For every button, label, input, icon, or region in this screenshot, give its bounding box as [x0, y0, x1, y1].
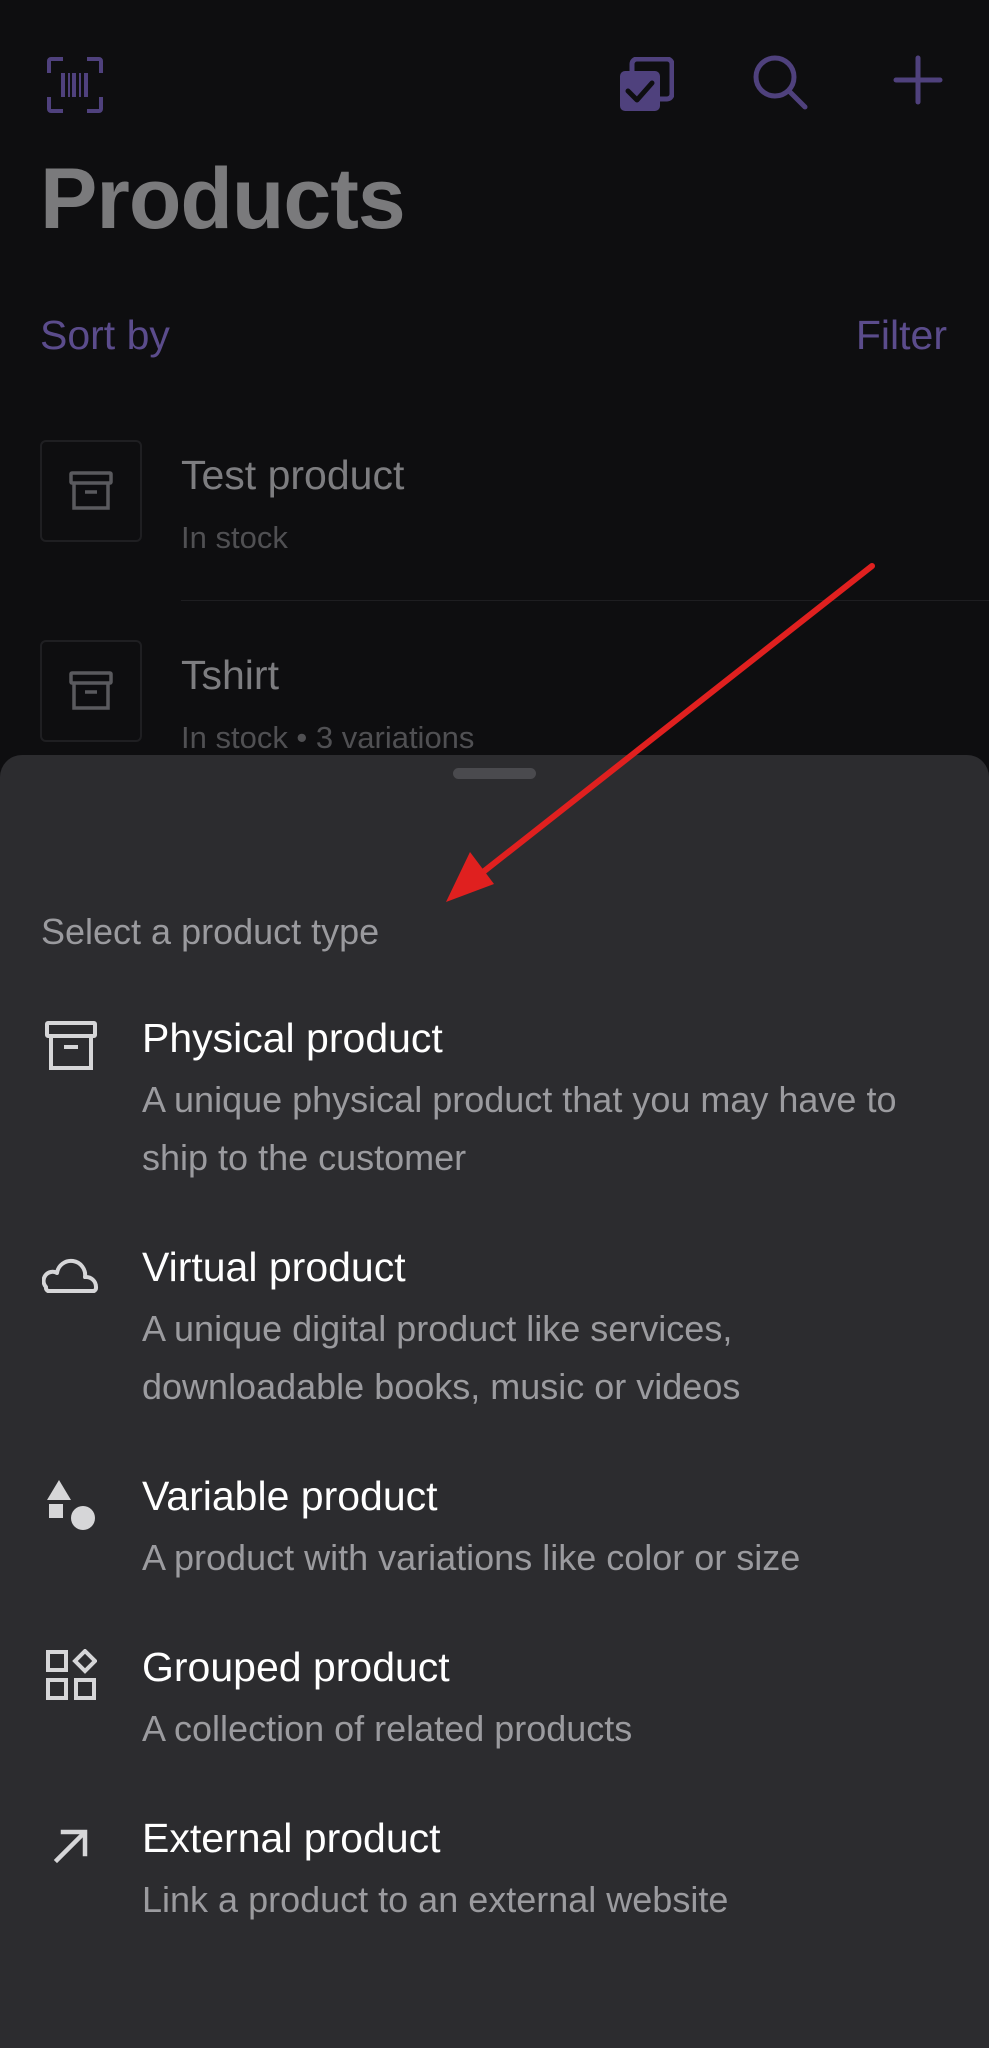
top-bar	[0, 0, 989, 170]
sort-by-button[interactable]: Sort by	[40, 312, 170, 359]
option-title: External product	[142, 1815, 441, 1861]
plus-icon[interactable]	[890, 52, 946, 108]
archive-box-icon	[40, 1015, 102, 1077]
option-description: A collection of related products	[142, 1708, 633, 1749]
bulk-select-icon[interactable]	[616, 55, 676, 115]
option-title: Variable product	[142, 1473, 438, 1519]
option-variable-product[interactable]: Variable product A product with variatio…	[0, 1473, 989, 1613]
product-stock-status: In stock • 3 variations	[181, 720, 475, 755]
filter-button[interactable]: Filter	[856, 312, 947, 359]
option-external-product[interactable]: External product Link a product to an ex…	[0, 1815, 989, 1955]
option-description: A unique physical product that you may h…	[142, 1079, 897, 1178]
option-virtual-product[interactable]: Virtual product A unique digital product…	[0, 1244, 989, 1444]
product-thumbnail	[40, 640, 142, 742]
option-description: Link a product to an external website	[142, 1879, 729, 1920]
grid-blocks-icon	[40, 1644, 102, 1706]
option-title: Virtual product	[142, 1244, 406, 1290]
sheet-title: Select a product type	[41, 911, 380, 952]
product-row[interactable]: Test product In stock	[0, 440, 989, 640]
option-title: Grouped product	[142, 1644, 450, 1690]
product-name: Tshirt	[181, 652, 279, 698]
option-grouped-product[interactable]: Grouped product A collection of related …	[0, 1644, 989, 1784]
list-divider	[181, 600, 989, 601]
option-description: A unique digital product like services, …	[142, 1308, 741, 1407]
page-title: Products	[40, 151, 406, 247]
option-description: A product with variations like color or …	[142, 1537, 801, 1578]
arrow-up-right-icon	[40, 1815, 102, 1877]
barcode-scan-icon[interactable]	[40, 52, 110, 118]
product-thumbnail	[40, 440, 142, 542]
cloud-icon	[40, 1244, 102, 1306]
product-name: Test product	[181, 452, 405, 498]
search-icon[interactable]	[750, 52, 810, 112]
option-title: Physical product	[142, 1015, 443, 1061]
product-type-sheet: Select a product type Physical product A…	[0, 755, 989, 2048]
sheet-grabber[interactable]	[453, 768, 536, 779]
product-stock-status: In stock	[181, 520, 288, 555]
option-physical-product[interactable]: Physical product A unique physical produ…	[0, 1015, 989, 1215]
shapes-icon	[40, 1473, 102, 1535]
